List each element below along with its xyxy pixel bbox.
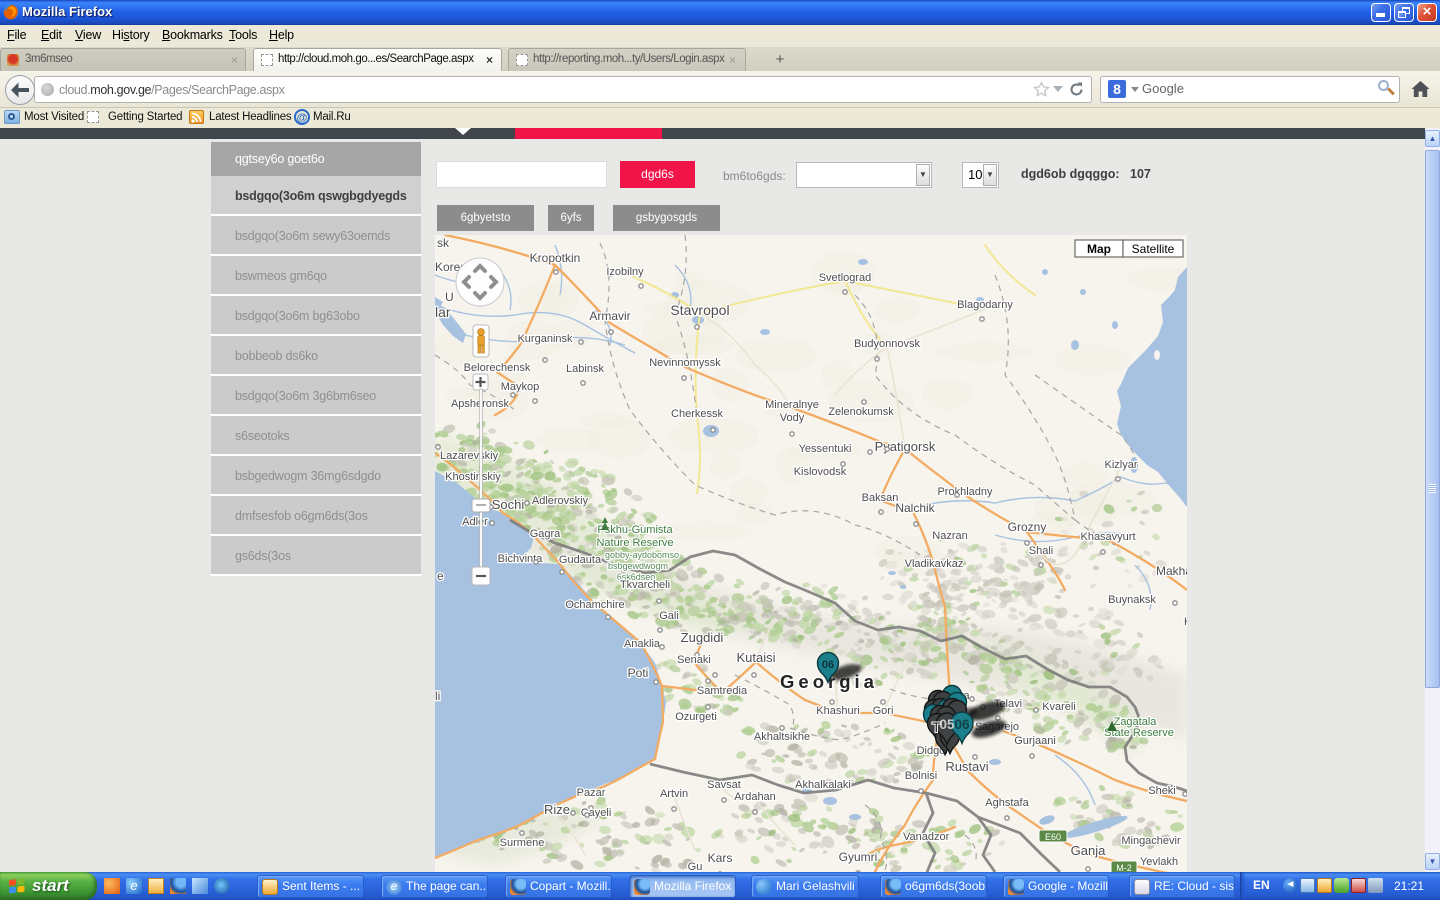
svg-text:Budyonnovsk: Budyonnovsk	[854, 338, 921, 350]
svg-text:K: K	[1184, 616, 1187, 628]
svg-text:E60: E60	[1045, 832, 1061, 842]
svg-text:Gurjaani: Gurjaani	[1014, 735, 1056, 747]
svg-text:Gudauta: Gudauta	[559, 554, 602, 566]
svg-text:Samtredia: Samtredia	[697, 685, 748, 697]
svg-text:Poti: Poti	[628, 666, 649, 680]
svg-text:Aghstafa: Aghstafa	[985, 797, 1029, 809]
svg-text:Anaklia: Anaklia	[624, 638, 661, 650]
svg-text:Sheki: Sheki	[1148, 785, 1176, 797]
svg-text:Kizlyar: Kizlyar	[1104, 459, 1137, 471]
svg-text:Armavir: Armavir	[589, 309, 630, 323]
svg-text:Kurganinsk: Kurganinsk	[517, 333, 573, 345]
svg-text:Khasavyurt: Khasavyurt	[1080, 531, 1135, 543]
svg-text:Shali: Shali	[1029, 545, 1053, 557]
svg-text:Nazran: Nazran	[932, 530, 967, 542]
svg-text:Zelenokumsk: Zelenokumsk	[828, 406, 894, 418]
svg-text:M-2: M-2	[1116, 863, 1132, 872]
svg-text:Zugdidi: Zugdidi	[681, 630, 724, 645]
svg-text:Akhalkalaki: Akhalkalaki	[795, 779, 851, 791]
svg-text:Grozny: Grozny	[1008, 520, 1047, 534]
svg-text:Vanadzor: Vanadzor	[903, 831, 950, 843]
svg-text:Khashuri: Khashuri	[816, 705, 859, 717]
svg-text:Pazar: Pazar	[577, 787, 606, 799]
svg-text:Artvin: Artvin	[660, 788, 688, 800]
svg-text:Blagodarny: Blagodarny	[957, 299, 1013, 311]
svg-text:Belorechensk: Belorechensk	[464, 362, 531, 374]
svg-text:Kvareli: Kvareli	[1042, 701, 1076, 713]
svg-text:Mingachevir: Mingachevir	[1121, 835, 1181, 847]
svg-text:Adler: Adler	[462, 516, 488, 528]
svg-text:Yevlakh: Yevlakh	[1140, 856, 1178, 868]
svg-text:Maykop: Maykop	[501, 381, 540, 393]
svg-text:Baksan: Baksan	[862, 492, 899, 504]
svg-text:Gori: Gori	[873, 705, 894, 717]
svg-text:Nevinnomyssk: Nevinnomyssk	[649, 357, 721, 369]
svg-text:gobby-aydobomso: gobby-aydobomso	[605, 550, 679, 560]
svg-text:sk: sk	[437, 236, 450, 250]
svg-text:Sochi: Sochi	[492, 497, 525, 512]
svg-text:Akhaltsikhe: Akhaltsikhe	[754, 731, 810, 743]
svg-text:Surmene: Surmene	[500, 837, 545, 849]
svg-text:Svetlograd: Svetlograd	[819, 272, 872, 284]
svg-text:Bolnisi: Bolnisi	[905, 770, 937, 782]
svg-text:05: 05	[939, 717, 955, 732]
svg-text:Kutaisi: Kutaisi	[736, 650, 775, 665]
svg-text:06: 06	[954, 717, 970, 732]
svg-text:Khostinskiy: Khostinskiy	[445, 471, 501, 483]
svg-text:e: e	[437, 569, 444, 583]
svg-text:Kislovodsk: Kislovodsk	[794, 466, 847, 478]
svg-text:Tkvarcheli: Tkvarcheli	[620, 579, 670, 591]
svg-text:Rustavi: Rustavi	[945, 759, 988, 774]
svg-text:Prokhladny: Prokhladny	[937, 486, 993, 498]
svg-text:Gyumri: Gyumri	[839, 850, 878, 864]
svg-text:Labinsk: Labinsk	[566, 363, 604, 375]
svg-text:Makha: Makha	[1156, 564, 1187, 578]
svg-text:Gali: Gali	[659, 610, 679, 622]
svg-text:Rize: Rize	[544, 802, 570, 817]
svg-text:Kars: Kars	[708, 851, 733, 865]
svg-text:06: 06	[822, 659, 834, 671]
svg-text:Savsat: Savsat	[707, 779, 741, 791]
svg-text:Map: Map	[1087, 242, 1111, 256]
svg-text:T: T	[932, 719, 941, 735]
svg-text:Pyatigorsk: Pyatigorsk	[875, 439, 936, 454]
svg-text:lar: lar	[435, 304, 451, 320]
svg-text:Nature Reserve: Nature Reserve	[596, 537, 673, 549]
svg-text:Satellite: Satellite	[1132, 242, 1175, 256]
svg-text:Kropotkin: Kropotkin	[530, 251, 581, 265]
svg-text:Buynaksk: Buynaksk	[1108, 594, 1156, 606]
svg-text:Vody: Vody	[780, 412, 805, 424]
svg-text:Ochamchire: Ochamchire	[565, 599, 624, 611]
svg-text:Gagra: Gagra	[530, 528, 561, 540]
svg-text:Ardahan: Ardahan	[734, 791, 776, 803]
svg-text:li: li	[435, 689, 440, 703]
svg-text:Ganja: Ganja	[1071, 843, 1106, 858]
svg-text:Lazarevskiy: Lazarevskiy	[440, 450, 499, 462]
svg-text:Ozurgeti: Ozurgeti	[675, 711, 717, 723]
svg-text:U: U	[445, 290, 454, 304]
svg-text:Mineralnye: Mineralnye	[765, 399, 819, 411]
svg-text:Cherkessk: Cherkessk	[671, 408, 723, 420]
svg-text:Gu: Gu	[688, 861, 703, 872]
svg-text:Izobilny: Izobilny	[606, 266, 644, 278]
svg-text:bsbgewdwogm: bsbgewdwogm	[608, 561, 668, 571]
svg-text:Senaki: Senaki	[677, 654, 711, 666]
svg-text:Adlerovskiy: Adlerovskiy	[532, 495, 589, 507]
svg-text:Nalchik: Nalchik	[895, 501, 935, 515]
svg-text:Yessentuki: Yessentuki	[799, 443, 852, 455]
svg-text:Vladikavkaz: Vladikavkaz	[905, 558, 964, 570]
svg-text:Stavropol: Stavropol	[670, 302, 729, 318]
